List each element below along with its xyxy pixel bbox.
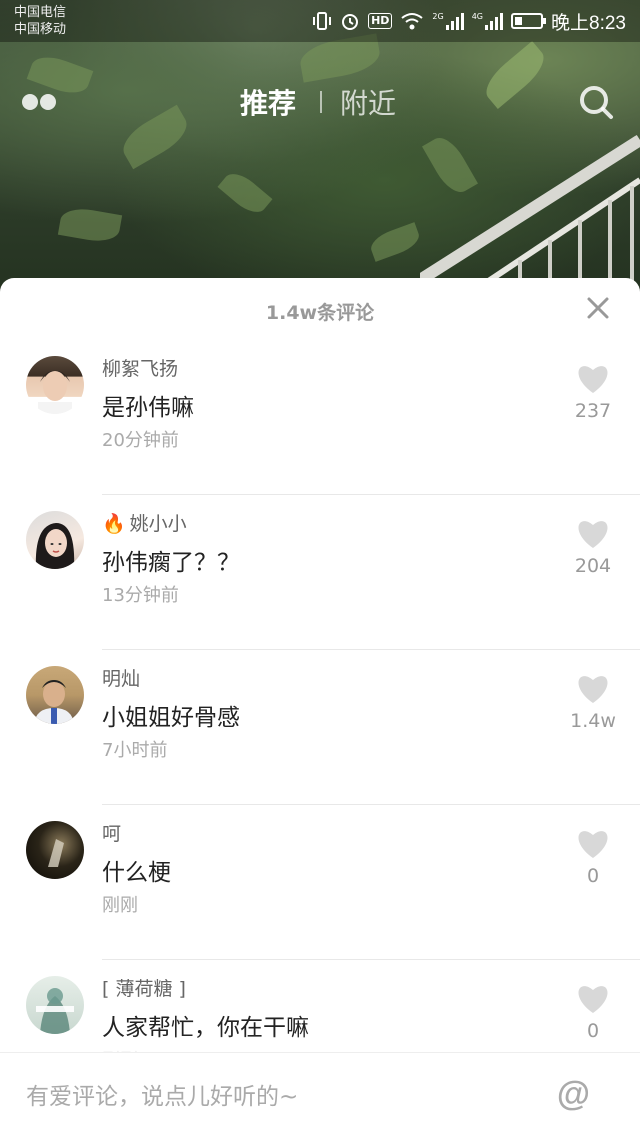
- like-button[interactable]: 1.4w: [570, 672, 616, 732]
- comment-item[interactable]: 明灿 小姐姐好骨感 7小时前 1.4w: [0, 650, 640, 805]
- like-button[interactable]: 204: [570, 517, 616, 577]
- close-icon[interactable]: [586, 296, 610, 320]
- comment-username[interactable]: 明灿: [102, 664, 140, 691]
- wifi-icon: [401, 13, 424, 30]
- comment-time: 7小时前: [102, 740, 168, 761]
- avatar[interactable]: [26, 976, 84, 1034]
- comment-input[interactable]: [26, 1077, 526, 1117]
- like-button[interactable]: 0: [570, 827, 616, 887]
- comment-username[interactable]: 呵: [102, 819, 121, 846]
- like-count: 1.4w: [570, 710, 616, 732]
- avatar[interactable]: [26, 356, 84, 414]
- comment-username[interactable]: [ 薄荷糖 ]: [102, 974, 186, 1001]
- heart-icon: [578, 676, 608, 703]
- heart-icon: [578, 366, 608, 393]
- mention-at-icon[interactable]: @: [557, 1075, 590, 1114]
- comment-text: 什么梗: [102, 860, 171, 886]
- status-bar: 中国电信 中国移动 HD 2G 4G 晚上8:23: [0, 0, 640, 42]
- status-icons: HD 2G 4G 晚上8:23: [312, 8, 626, 34]
- carrier-1: 中国电信: [14, 5, 67, 20]
- clock: 晚上8:23: [551, 12, 626, 34]
- top-nav: 推荐 附近: [0, 70, 640, 134]
- comment-text: 是孙伟嘛: [102, 395, 194, 421]
- tab-divider: [320, 91, 322, 113]
- comment-time: 20分钟前: [102, 430, 179, 451]
- like-count: 237: [574, 400, 612, 422]
- avatar[interactable]: [26, 821, 84, 879]
- heart-icon: [578, 831, 608, 858]
- comment-input-bar: @: [0, 1052, 640, 1138]
- battery-icon: [511, 13, 547, 29]
- comment-text: 小姐姐好骨感: [102, 705, 240, 731]
- search-icon[interactable]: [578, 84, 614, 120]
- carrier-labels: 中国电信 中国移动: [14, 4, 66, 38]
- tab-nearby[interactable]: 附近: [340, 82, 396, 122]
- carrier-2: 中国移动: [14, 22, 67, 37]
- comment-username[interactable]: 柳絮飞扬: [102, 354, 178, 381]
- comments-sheet: 1.4w条评论 柳絮飞扬 是孙伟嘛 20分钟前 237 🔥 姚小小 孙伟瘸了？？ …: [0, 278, 640, 1138]
- tab-recommend[interactable]: 推荐: [240, 82, 296, 122]
- avatar[interactable]: [26, 511, 84, 569]
- signal-icon-2: [485, 12, 504, 30]
- avatar[interactable]: [26, 666, 84, 724]
- comment-item[interactable]: 🔥 姚小小 孙伟瘸了？？ 13分钟前 204: [0, 495, 640, 650]
- comment-count: 1.4w条评论: [265, 302, 375, 324]
- railing-image: [420, 134, 640, 300]
- like-button[interactable]: 0: [570, 982, 616, 1042]
- heart-icon: [578, 986, 608, 1013]
- network-4g-label: 4G: [471, 11, 484, 21]
- like-count: 204: [574, 555, 612, 577]
- vibrate-icon: [313, 12, 332, 30]
- comment-item[interactable]: 柳絮飞扬 是孙伟嘛 20分钟前 237: [0, 340, 640, 495]
- comment-time: 13分钟前: [102, 585, 179, 606]
- video-background: [0, 0, 640, 300]
- like-count: 0: [586, 1020, 600, 1042]
- signal-icon-1: [445, 12, 464, 30]
- flame-icon: 🔥: [102, 513, 126, 535]
- network-2g-label: 2G: [432, 11, 444, 21]
- comment-item[interactable]: 呵 什么梗 刚刚 0: [0, 805, 640, 960]
- comments-header: 1.4w条评论: [0, 278, 640, 340]
- heart-icon: [578, 521, 608, 548]
- hd-badge: HD: [368, 13, 393, 29]
- like-button[interactable]: 237: [570, 362, 616, 422]
- like-count: 0: [586, 865, 600, 887]
- comment-time: 刚刚: [102, 895, 138, 916]
- comment-text: 人家帮忙，你在干嘛: [102, 1015, 309, 1041]
- alarm-icon: [342, 14, 359, 30]
- comment-username[interactable]: 🔥 姚小小: [102, 509, 187, 536]
- more-dots-icon[interactable]: [22, 92, 62, 112]
- comment-text: 孙伟瘸了？？: [102, 550, 240, 576]
